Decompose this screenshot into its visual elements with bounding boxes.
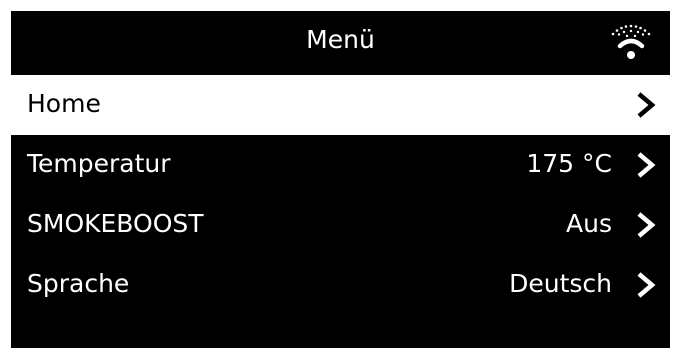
- chevron-right-icon: [637, 212, 656, 238]
- menu-item-smokeboost[interactable]: SMOKEBOOST Aus: [11, 195, 670, 255]
- chevron-right-icon: [637, 272, 656, 298]
- menu-item-label: SMOKEBOOST: [27, 209, 204, 238]
- menu-item-sprache[interactable]: Sprache Deutsch: [11, 255, 670, 315]
- menu-item-home[interactable]: Home: [11, 75, 670, 135]
- page-title: Menü: [306, 25, 375, 54]
- menu-item-value: 175 °C: [526, 149, 612, 178]
- menu-item-label: Sprache: [27, 269, 130, 298]
- menu-item-temperatur[interactable]: Temperatur 175 °C: [11, 135, 670, 195]
- device-screen: Menü Home Temperatur 175 °C SMOKEBOOST A…: [11, 11, 670, 348]
- menu-item-label: Temperatur: [27, 149, 171, 178]
- chevron-right-icon: [637, 92, 656, 118]
- menu-item-value: Aus: [566, 209, 612, 238]
- wifi-icon: [611, 24, 651, 59]
- menu-item-label: Home: [27, 89, 101, 118]
- chevron-right-icon: [637, 152, 656, 178]
- header: Menü: [11, 11, 670, 75]
- menu-item-value: Deutsch: [509, 269, 612, 298]
